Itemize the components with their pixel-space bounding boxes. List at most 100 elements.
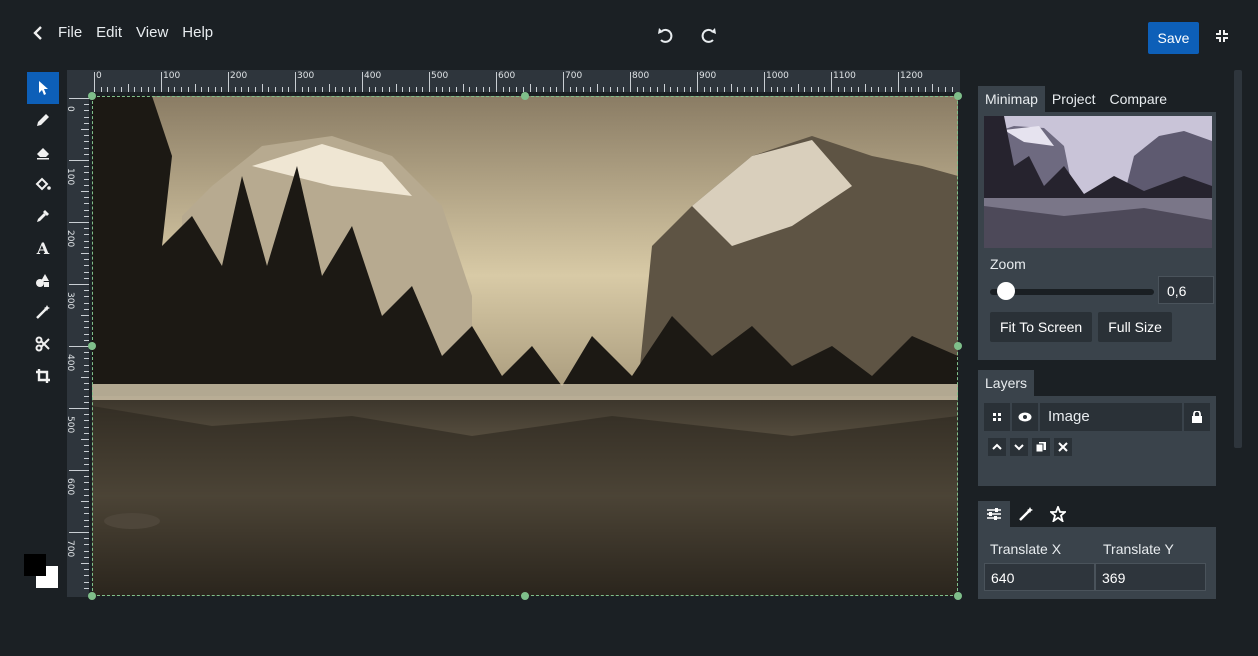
ruler-tick [84,277,89,279]
panel-tabs: Minimap Project Compare [978,86,1216,112]
eyedropper-icon [37,210,49,222]
handle-top-center[interactable] [521,92,529,100]
ruler-tick [81,563,89,564]
zoom-input[interactable]: 0,6 [1158,276,1214,304]
translate-x-input[interactable]: 640 [984,563,1095,591]
lock-icon[interactable] [1184,403,1210,431]
ruler-tick [589,87,591,92]
ruler-label: 900 [699,71,717,81]
image-canvas[interactable] [92,96,958,596]
ruler-tick [84,339,89,341]
menu-help[interactable]: Help [182,24,213,41]
duplicate-icon[interactable] [1032,438,1050,456]
zoom-control: 0,6 [978,276,1216,308]
select-tool[interactable] [27,72,59,104]
handle-bottom-left[interactable] [88,592,96,600]
save-button[interactable]: Save [1148,22,1199,54]
eye-icon[interactable] [1012,403,1038,431]
ruler-tick [84,166,89,168]
tab-adjustments[interactable] [978,501,1010,527]
fit-to-screen-button[interactable]: Fit To Screen [990,312,1093,342]
pencil-icon [37,114,49,126]
handle-top-left[interactable] [88,92,96,100]
eraser-tool[interactable] [27,136,59,168]
eyedropper-tool[interactable] [27,200,59,232]
drag-handle-icon[interactable] [984,403,1010,431]
ruler-tick [790,87,792,92]
ruler-tick [924,87,926,92]
color-swatch[interactable] [24,554,58,588]
shapes-tool[interactable] [27,264,59,296]
tab-minimap[interactable]: Minimap [978,86,1045,112]
ruler-tick [918,87,920,92]
tab-project[interactable]: Project [1045,86,1103,112]
undo-icon[interactable] [656,26,676,46]
ruler-tick [911,87,913,92]
ruler-tick [84,370,89,372]
tab-effects[interactable] [1010,501,1042,527]
ruler-tick [107,87,109,92]
ruler-label: 1100 [833,71,856,81]
panel-scrollbar[interactable] [1234,70,1242,448]
ruler-tick [84,321,89,323]
translate-y-input[interactable]: 369 [1095,563,1206,591]
crop-tool[interactable] [27,360,59,392]
layer-item[interactable]: Image [978,396,1216,432]
ruler-tick [84,569,89,571]
back-icon[interactable] [30,24,46,42]
redo-icon[interactable] [698,26,718,46]
ruler-tick [167,87,169,92]
menu-file[interactable]: File [58,24,82,41]
minimap-body: Zoom 0,6 Fit To Screen Full Size [978,112,1216,360]
magic-tool[interactable] [27,296,59,328]
ruler-tick [770,87,772,92]
ruler-tick [408,87,410,92]
menu-edit[interactable]: Edit [96,24,122,41]
handle-middle-right[interactable] [954,342,962,350]
ruler-tick [268,87,270,92]
layers-tabs: Layers [978,370,1216,396]
move-up-icon[interactable] [988,438,1006,456]
cut-tool[interactable] [27,328,59,360]
ruler-tick [84,116,89,118]
tab-compare[interactable]: Compare [1102,86,1174,112]
handle-top-right[interactable] [954,92,962,100]
magic-wand-icon [36,305,50,319]
minimap-preview[interactable] [984,116,1212,248]
ruler-tick [321,87,323,92]
handle-bottom-center[interactable] [521,592,529,600]
full-size-button[interactable]: Full Size [1098,312,1172,342]
properties-panel: Translate X Translate Y 640 369 [978,501,1216,599]
pointer-icon [39,81,48,95]
ruler-label: 400 [364,71,382,81]
ruler-tick [84,482,89,484]
ruler-tick [201,87,203,92]
ruler-tick [84,122,89,124]
ruler-tick [84,544,89,546]
tab-favorites[interactable] [1042,501,1074,527]
ruler-tick [84,308,89,310]
ruler-tick [69,408,89,409]
delete-icon[interactable] [1054,438,1072,456]
ruler-tick [375,87,377,92]
ruler-label: 0 [65,106,75,112]
handle-middle-left[interactable] [88,342,96,350]
fill-tool[interactable] [27,168,59,200]
text-tool[interactable]: A [27,232,59,264]
zoom-slider-thumb[interactable] [997,282,1016,300]
tab-layers[interactable]: Layers [978,370,1035,396]
ruler-tick [455,87,457,92]
layer-name[interactable]: Image [1040,403,1182,431]
collapse-icon[interactable] [1214,28,1230,44]
ruler-tick [194,84,196,92]
menu-view[interactable]: View [136,24,168,41]
foreground-color[interactable] [24,554,46,576]
ruler-label: 600 [498,71,516,81]
pencil-tool[interactable] [27,104,59,136]
handle-bottom-right[interactable] [954,592,962,600]
ruler-tick [84,507,89,509]
ruler-tick [84,538,89,540]
ruler-tick [563,72,564,92]
ruler-tick [341,87,343,92]
move-down-icon[interactable] [1010,438,1028,456]
